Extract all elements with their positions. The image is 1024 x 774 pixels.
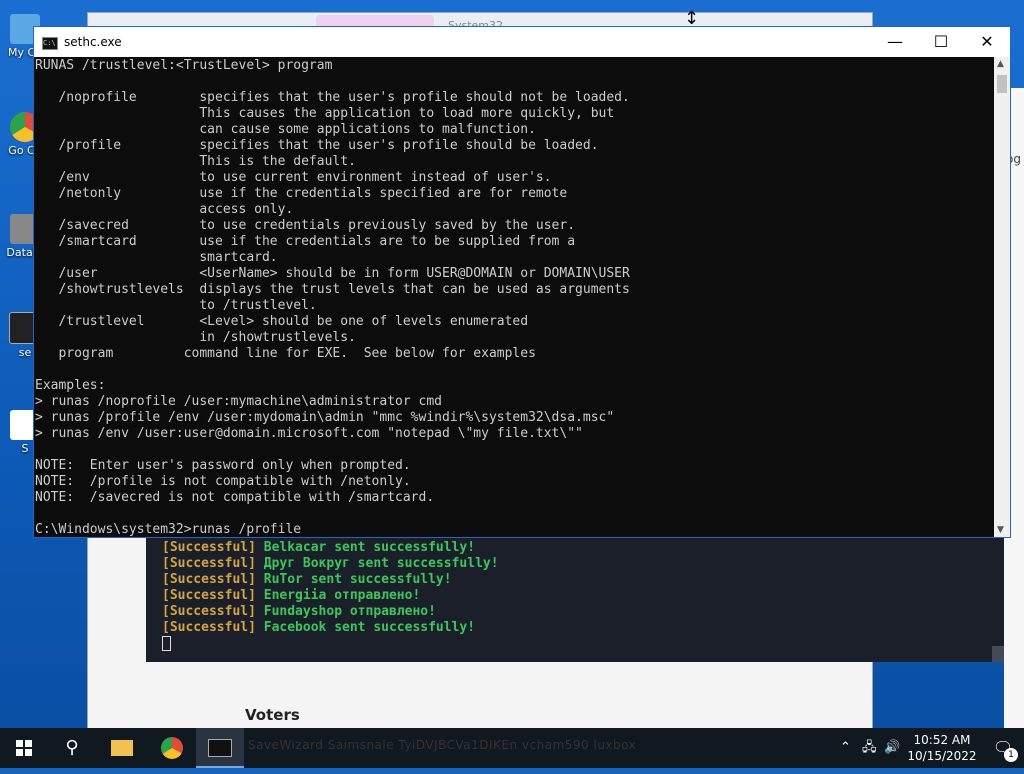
clock-time: 10:52 AM — [913, 733, 971, 747]
clock-date: 10/15/2022 — [907, 749, 977, 763]
console-line: NOTE: /savecred is not compatible with /… — [35, 490, 435, 505]
taskbar-cmd[interactable] — [196, 728, 244, 768]
scroll-thumb[interactable] — [997, 75, 1007, 93]
console-line: > runas /env /user:user@domain.microsoft… — [35, 426, 583, 441]
chrome-icon — [161, 737, 183, 759]
vertical-scrollbar[interactable]: ▲ ▼ — [994, 57, 1010, 537]
maximize-button[interactable]: ☐ — [918, 27, 964, 57]
console-line: /env to use current environment instead … — [35, 170, 552, 185]
close-button[interactable]: ✕ — [964, 27, 1010, 57]
console-line: to /trustlevel. — [35, 298, 317, 313]
console-line: NOTE: /profile is not compatible with /n… — [35, 474, 411, 489]
terminal-line: [Successful] Друг Вокруг sent successful… — [162, 556, 499, 571]
scroll-down-icon[interactable]: ▼ — [997, 525, 1004, 535]
volume-icon[interactable]: 🔊 — [884, 728, 900, 768]
console-line: This is the default. — [35, 154, 356, 169]
console-line: /user <UserName> should be in form USER@… — [35, 266, 630, 281]
notification-badge: 1 — [1004, 748, 1018, 762]
clock[interactable]: 10:52 AM 10/15/2022 — [902, 732, 982, 764]
search-button[interactable]: ⚲ — [48, 728, 96, 768]
console-line: /smartcard use if the credentials are to… — [35, 234, 576, 249]
terminal-line: [Successful] RuTor sent successfully! — [162, 572, 452, 587]
cursor-block — [162, 636, 171, 651]
console-line: > runas /profile /env /user:mydomain\adm… — [35, 410, 615, 425]
terminal-line: [Successful] Fundayshop отправлено! — [162, 604, 436, 619]
terminal-line: [Successful] Facebook sent successfully! — [162, 620, 476, 635]
console-line: RUNAS /trustlevel:<TrustLevel> program — [35, 58, 333, 73]
web-terminal-output: [Successful] Belkacar sent successfully!… — [146, 536, 1004, 662]
console-line: /profile specifies that the user's profi… — [35, 138, 599, 153]
console-line: /showtrustlevels displays the trust leve… — [35, 282, 630, 297]
console-line: NOTE: Enter user's password only when pr… — [35, 458, 411, 473]
windows-logo-icon — [16, 740, 32, 756]
terminal-cursor-line — [162, 636, 1004, 656]
chevron-up-icon[interactable]: ⌃ — [840, 728, 851, 768]
console-line: /trustlevel <Level> should be one of lev… — [35, 314, 529, 329]
minimize-button[interactable]: — — [872, 27, 918, 57]
terminal-scroll-thumb[interactable] — [992, 646, 1004, 662]
console-line: can cause some applications to malfuncti… — [35, 122, 536, 137]
folder-icon — [111, 740, 133, 756]
notification-button[interactable]: 🗨 1 — [982, 728, 1024, 768]
cmd-titlebar[interactable]: C:\ sethc.exe — ☐ ✕ — [34, 27, 1010, 57]
console-line: Examples: — [35, 378, 106, 393]
console-line: /netonly use if the credentials specifie… — [35, 186, 568, 201]
console-line: access only. — [35, 202, 294, 217]
console-line: /noprofile specifies that the user's pro… — [35, 90, 630, 105]
console-line: This causes the application to load more… — [35, 106, 615, 121]
taskbar-background-text: SaveWizard Saimsnale TyiDVJBCVa1DIKEn vc… — [248, 738, 637, 752]
cmd-icon — [208, 739, 232, 757]
scroll-up-icon[interactable]: ▲ — [997, 59, 1004, 69]
console-line: C:\Windows\system32>runas /profile — [35, 522, 302, 537]
console-line: in /showtrustlevels. — [35, 330, 356, 345]
console-output[interactable]: RUNAS /trustlevel:<TrustLevel> program /… — [34, 57, 994, 537]
console-line: program command line for EXE. See below … — [35, 346, 536, 361]
taskbar: ⚲ SaveWizard Saimsnale TyiDVJBCVa1DIKEn … — [0, 728, 1024, 768]
cmd-window[interactable]: C:\ sethc.exe — ☐ ✕ RUNAS /trustlevel:<T… — [33, 26, 1011, 538]
taskbar-file-explorer[interactable] — [98, 728, 146, 768]
network-icon[interactable]: 🖧 — [862, 728, 877, 768]
search-icon: ⚲ — [65, 737, 79, 758]
console-line: /savecred to use credentials previously … — [35, 218, 576, 233]
taskbar-chrome[interactable] — [148, 728, 196, 768]
terminal-line: [Successful] Energiia отправлено! — [162, 588, 421, 603]
resize-cursor-icon: ↕ — [684, 8, 700, 29]
cmd-app-icon[interactable]: C:\ — [42, 37, 58, 50]
voters-heading: Voters — [245, 706, 300, 724]
console-line: smartcard. — [35, 250, 278, 265]
console-line: > runas /noprofile /user:mymachine\admin… — [35, 394, 442, 409]
terminal-line: [Successful] Belkacar sent successfully! — [162, 540, 476, 555]
start-button[interactable] — [0, 728, 48, 768]
window-title: sethc.exe — [64, 35, 122, 49]
